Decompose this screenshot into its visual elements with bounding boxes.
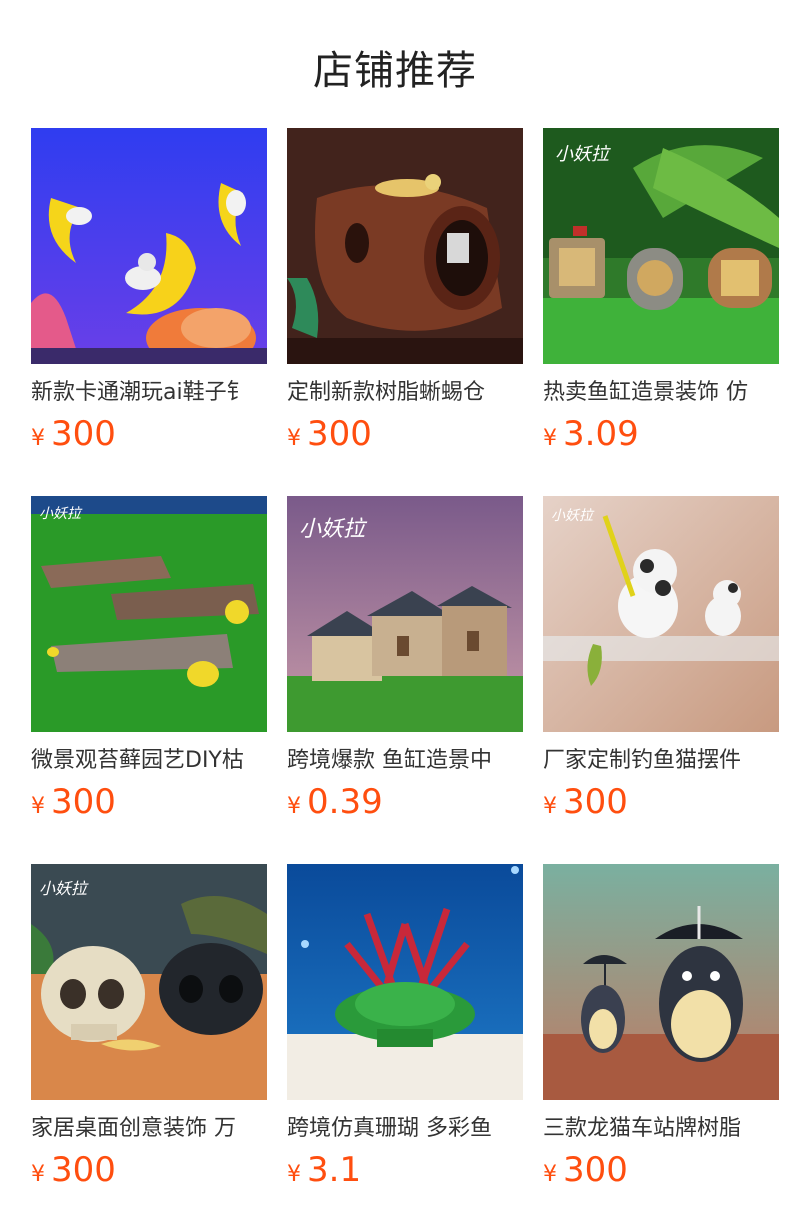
product-card[interactable]: 小妖拉 热卖鱼缸造景装饰 仿 ¥3.09 bbox=[543, 128, 779, 458]
currency-symbol: ¥ bbox=[31, 794, 45, 819]
svg-text:小妖拉: 小妖拉 bbox=[555, 144, 611, 165]
page-header: 店铺推荐 bbox=[0, 0, 790, 128]
svg-text:小妖拉: 小妖拉 bbox=[551, 508, 595, 524]
svg-text:小妖拉: 小妖拉 bbox=[39, 506, 83, 522]
price-value: 300 bbox=[51, 1150, 116, 1190]
product-card[interactable]: 小妖拉 家居桌面创意装饰 万 ¥300 bbox=[31, 864, 267, 1194]
product-image-fairy-windows[interactable]: 小妖拉 bbox=[543, 128, 779, 364]
svg-text:小妖拉: 小妖拉 bbox=[39, 879, 89, 898]
currency-symbol: ¥ bbox=[287, 1162, 301, 1187]
product-title[interactable]: 跨境爆款 鱼缸造景中 bbox=[287, 744, 523, 778]
product-image-chinese-house[interactable]: 小妖拉 bbox=[287, 496, 523, 732]
product-card[interactable]: 小妖拉 微景观苔藓园艺DIY枯 ¥300 bbox=[31, 496, 267, 826]
product-title[interactable]: 家居桌面创意装饰 万 bbox=[31, 1112, 267, 1146]
currency-symbol: ¥ bbox=[543, 794, 557, 819]
price-value: 3.1 bbox=[307, 1150, 362, 1190]
product-image-fishing-cat[interactable]: 小妖拉 bbox=[543, 496, 779, 732]
product-price: ¥300 bbox=[543, 778, 779, 826]
product-title[interactable]: 新款卡通潮玩ai鞋子钅 bbox=[31, 376, 267, 410]
product-price: ¥0.39 bbox=[287, 778, 523, 826]
product-card[interactable]: 小妖拉 跨境爆款 鱼缸造景中 ¥0.39 bbox=[287, 496, 523, 826]
product-title[interactable]: 跨境仿真珊瑚 多彩鱼 bbox=[287, 1112, 523, 1146]
svg-text:小妖拉: 小妖拉 bbox=[299, 517, 368, 542]
product-card[interactable]: 定制新款树脂蜥蜴仓 ¥300 bbox=[287, 128, 523, 458]
product-card[interactable]: 三款龙猫车站牌树脂 ¥300 bbox=[543, 864, 779, 1194]
product-price: ¥3.1 bbox=[287, 1146, 523, 1194]
product-image-resin-skull[interactable]: 小妖拉 bbox=[31, 864, 267, 1100]
price-value: 3.09 bbox=[563, 414, 639, 454]
product-card[interactable]: 新款卡通潮玩ai鞋子钅 ¥300 bbox=[31, 128, 267, 458]
price-value: 300 bbox=[307, 414, 372, 454]
currency-symbol: ¥ bbox=[31, 1162, 45, 1187]
product-price: ¥300 bbox=[31, 410, 267, 458]
product-image-totoro-figure[interactable] bbox=[543, 864, 779, 1100]
price-value: 0.39 bbox=[307, 782, 383, 822]
product-title[interactable]: 厂家定制钓鱼猫摆件 bbox=[543, 744, 779, 778]
product-grid: 新款卡通潮玩ai鞋子钅 ¥300 定制新款树脂蜥蜴仓 ¥300 小妖拉 热卖鱼缸… bbox=[31, 128, 779, 1194]
price-value: 300 bbox=[51, 782, 116, 822]
currency-symbol: ¥ bbox=[287, 794, 301, 819]
price-value: 300 bbox=[51, 414, 116, 454]
product-image-artificial-coral[interactable] bbox=[287, 864, 523, 1100]
product-card[interactable]: 跨境仿真珊瑚 多彩鱼 ¥3.1 bbox=[287, 864, 523, 1194]
currency-symbol: ¥ bbox=[543, 1162, 557, 1187]
product-title[interactable]: 三款龙猫车站牌树脂 bbox=[543, 1112, 779, 1146]
product-card[interactable]: 小妖拉 厂家定制钓鱼猫摆件 ¥300 bbox=[543, 496, 779, 826]
product-price: ¥3.09 bbox=[543, 410, 779, 458]
currency-symbol: ¥ bbox=[543, 426, 557, 451]
price-value: 300 bbox=[563, 782, 628, 822]
product-price: ¥300 bbox=[31, 1146, 267, 1194]
product-price: ¥300 bbox=[287, 410, 523, 458]
product-price: ¥300 bbox=[543, 1146, 779, 1194]
price-value: 300 bbox=[563, 1150, 628, 1190]
product-image-log-hideout[interactable] bbox=[287, 128, 523, 364]
currency-symbol: ¥ bbox=[31, 426, 45, 451]
page-title: 店铺推荐 bbox=[313, 48, 477, 94]
product-image-moon-bear[interactable] bbox=[31, 128, 267, 364]
product-title[interactable]: 微景观苔藓园艺DIY枯 bbox=[31, 744, 267, 778]
product-price: ¥300 bbox=[31, 778, 267, 826]
currency-symbol: ¥ bbox=[287, 426, 301, 451]
product-title[interactable]: 热卖鱼缸造景装饰 仿 bbox=[543, 376, 779, 410]
product-image-resin-branch[interactable]: 小妖拉 bbox=[31, 496, 267, 732]
product-title[interactable]: 定制新款树脂蜥蜴仓 bbox=[287, 376, 523, 410]
